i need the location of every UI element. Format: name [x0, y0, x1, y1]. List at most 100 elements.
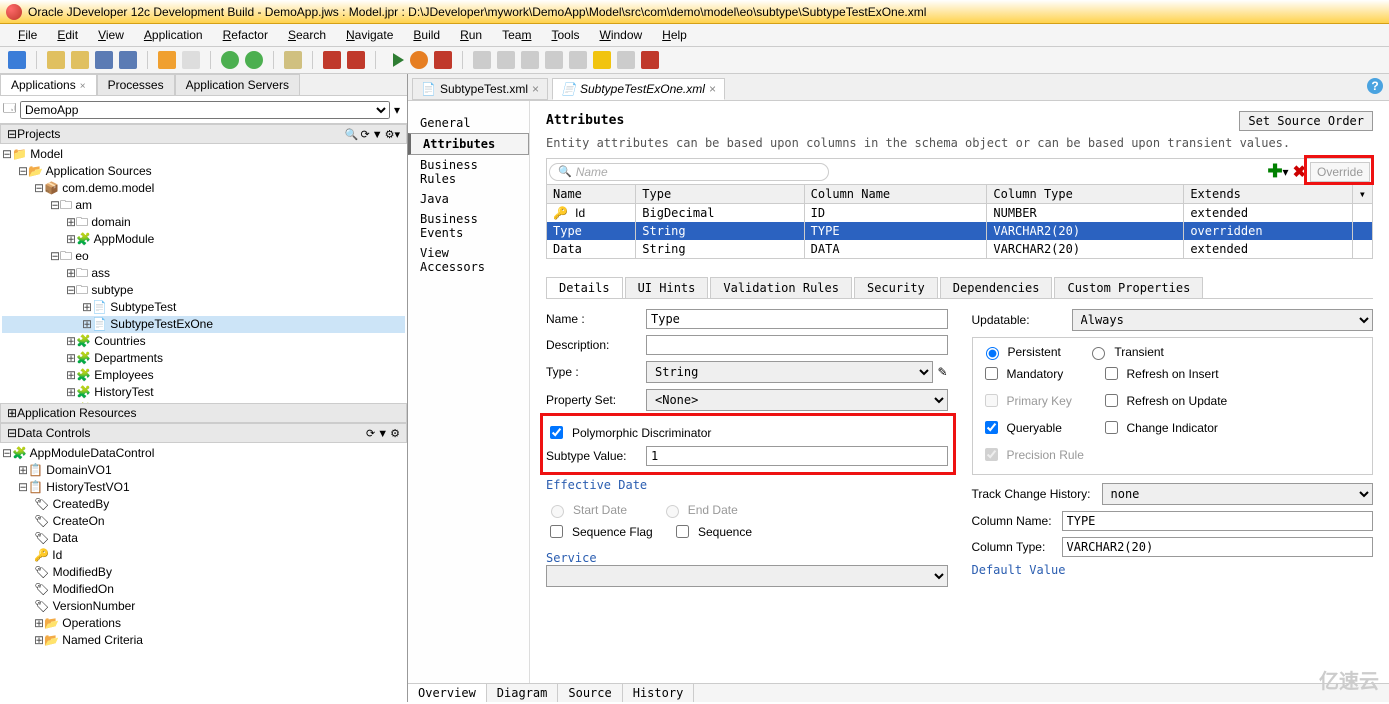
tab-applications[interactable]: Applications× — [0, 74, 97, 95]
menu-tools[interactable]: Tools — [541, 26, 589, 44]
mandatory-checkbox[interactable] — [985, 367, 998, 380]
menu-window[interactable]: Window — [589, 26, 652, 44]
redo-icon[interactable] — [182, 51, 200, 69]
menu-edit[interactable]: Edit — [47, 26, 88, 44]
menu-run[interactable]: Run — [450, 26, 492, 44]
tab-app-servers[interactable]: Application Servers — [175, 74, 300, 95]
wand-icon[interactable] — [641, 51, 659, 69]
forward-icon[interactable] — [245, 51, 263, 69]
filter-icon[interactable]: ▼ — [372, 129, 383, 141]
help-icon[interactable]: ? — [1367, 78, 1383, 94]
editor-tab-1[interactable]: 📄SubtypeTest.xml× — [412, 78, 548, 100]
build-icon[interactable] — [323, 51, 341, 69]
bottom-tab-source[interactable]: Source — [558, 684, 622, 702]
queryable-checkbox[interactable] — [985, 421, 998, 434]
tab-processes[interactable]: Processes — [97, 74, 175, 95]
attributes-table[interactable]: Name Type Column Name Column Type Extend… — [546, 184, 1373, 259]
column-name-field[interactable] — [1062, 511, 1374, 531]
editor-tab-2[interactable]: 📄SubtypeTestExOne.xml× — [552, 78, 725, 100]
menu-bar[interactable]: File Edit View Application Refactor Sear… — [0, 24, 1389, 47]
step1-icon[interactable] — [473, 51, 491, 69]
filter-icon[interactable]: ▼ — [377, 428, 388, 440]
nav-view-accessors[interactable]: View Accessors — [408, 243, 529, 277]
service-select[interactable] — [546, 565, 948, 587]
projects-tree[interactable]: ⊟📁 Model ⊟📂 Application Sources ⊟📦 com.d… — [0, 144, 407, 403]
find-icon[interactable]: 🔍 — [345, 129, 359, 141]
subtab-dependencies[interactable]: Dependencies — [940, 277, 1053, 298]
add-icon[interactable]: ✚ — [1267, 161, 1282, 182]
collapse-icon[interactable]: ⊟ — [7, 127, 17, 141]
open-icon[interactable] — [47, 51, 65, 69]
poly-discriminator-checkbox[interactable] — [550, 426, 563, 439]
edit-type-icon[interactable]: ✎ — [937, 365, 947, 379]
step5-icon[interactable] — [569, 51, 587, 69]
menu-refactor[interactable]: Refactor — [213, 26, 278, 44]
undo-icon[interactable] — [158, 51, 176, 69]
bottom-tab-diagram[interactable]: Diagram — [487, 684, 559, 702]
menu-build[interactable]: Build — [403, 26, 450, 44]
refresh-update-checkbox[interactable] — [1105, 394, 1118, 407]
subtab-validation[interactable]: Validation Rules — [710, 277, 852, 298]
refresh-icon[interactable]: ⟳ — [366, 428, 375, 440]
override-button[interactable]: Override — [1310, 162, 1370, 182]
change-indicator-checkbox[interactable] — [1105, 421, 1118, 434]
refresh-icon[interactable]: ⟳ — [361, 129, 370, 141]
app-resources-header[interactable]: Application Resources — [17, 406, 400, 420]
save-all-icon[interactable] — [119, 51, 137, 69]
sequence-checkbox[interactable] — [676, 525, 689, 538]
save-icon[interactable] — [95, 51, 113, 69]
pause-icon[interactable] — [593, 51, 611, 69]
options-icon[interactable]: ⚙ — [390, 428, 400, 440]
refresh-insert-checkbox[interactable] — [1105, 367, 1118, 380]
app-selector[interactable]: DemoApp — [20, 101, 390, 119]
subtab-details[interactable]: Details — [546, 277, 623, 298]
menu-team[interactable]: Team — [492, 26, 541, 44]
column-type-field[interactable] — [1062, 537, 1374, 557]
subtab-security[interactable]: Security — [854, 277, 938, 298]
collapse-icon[interactable]: ⊟ — [7, 426, 17, 440]
options-icon[interactable]: ⚙▾ — [385, 129, 400, 141]
delete-icon[interactable]: ✖ — [1293, 162, 1306, 182]
nav-java[interactable]: Java — [408, 189, 529, 209]
nav-attributes[interactable]: Attributes — [408, 133, 529, 155]
persistent-radio[interactable] — [986, 347, 999, 360]
updatable-select[interactable]: Always — [1072, 309, 1374, 331]
subtab-custom[interactable]: Custom Properties — [1054, 277, 1203, 298]
trash-icon[interactable] — [617, 51, 635, 69]
menu-search[interactable]: Search — [278, 26, 336, 44]
open-folder-icon[interactable] — [71, 51, 89, 69]
description-field[interactable] — [646, 335, 948, 355]
data-controls-tree[interactable]: ⊟🧩 AppModuleDataControl ⊞📋 DomainVO1 ⊟📋 … — [0, 443, 407, 702]
step2-icon[interactable] — [497, 51, 515, 69]
track-history-select[interactable]: none — [1102, 483, 1374, 505]
nav-business-events[interactable]: Business Events — [408, 209, 529, 243]
subtype-value-field[interactable] — [646, 446, 948, 466]
rebuild-icon[interactable] — [347, 51, 365, 69]
expand-icon[interactable]: ⊞ — [7, 406, 17, 420]
run-icon[interactable] — [386, 51, 404, 69]
bottom-tab-overview[interactable]: Overview — [408, 684, 487, 702]
menu-application[interactable]: Application — [134, 26, 213, 44]
transient-radio[interactable] — [1092, 347, 1105, 360]
step4-icon[interactable] — [545, 51, 563, 69]
nav-business-rules[interactable]: Business Rules — [408, 155, 529, 189]
menu-navigate[interactable]: Navigate — [336, 26, 403, 44]
name-field[interactable] — [646, 309, 948, 329]
set-source-order-button[interactable]: Set Source Order — [1239, 111, 1373, 131]
property-set-select[interactable]: <None> — [646, 389, 948, 411]
nav-general[interactable]: General — [408, 113, 529, 133]
menu-view[interactable]: View — [88, 26, 134, 44]
back-icon[interactable] — [221, 51, 239, 69]
add-dropdown[interactable]: ▾ — [1283, 165, 1289, 179]
attribute-search[interactable]: Name — [549, 163, 829, 181]
new-icon[interactable] — [8, 51, 26, 69]
stop-icon[interactable] — [434, 51, 452, 69]
db-icon[interactable] — [284, 51, 302, 69]
debug-icon[interactable] — [410, 51, 428, 69]
menu-file[interactable]: File — [8, 26, 47, 44]
type-select[interactable]: String — [646, 361, 933, 383]
subtab-ui-hints[interactable]: UI Hints — [625, 277, 709, 298]
menu-help[interactable]: Help — [652, 26, 697, 44]
data-controls-header[interactable]: Data Controls — [17, 426, 364, 440]
step3-icon[interactable] — [521, 51, 539, 69]
